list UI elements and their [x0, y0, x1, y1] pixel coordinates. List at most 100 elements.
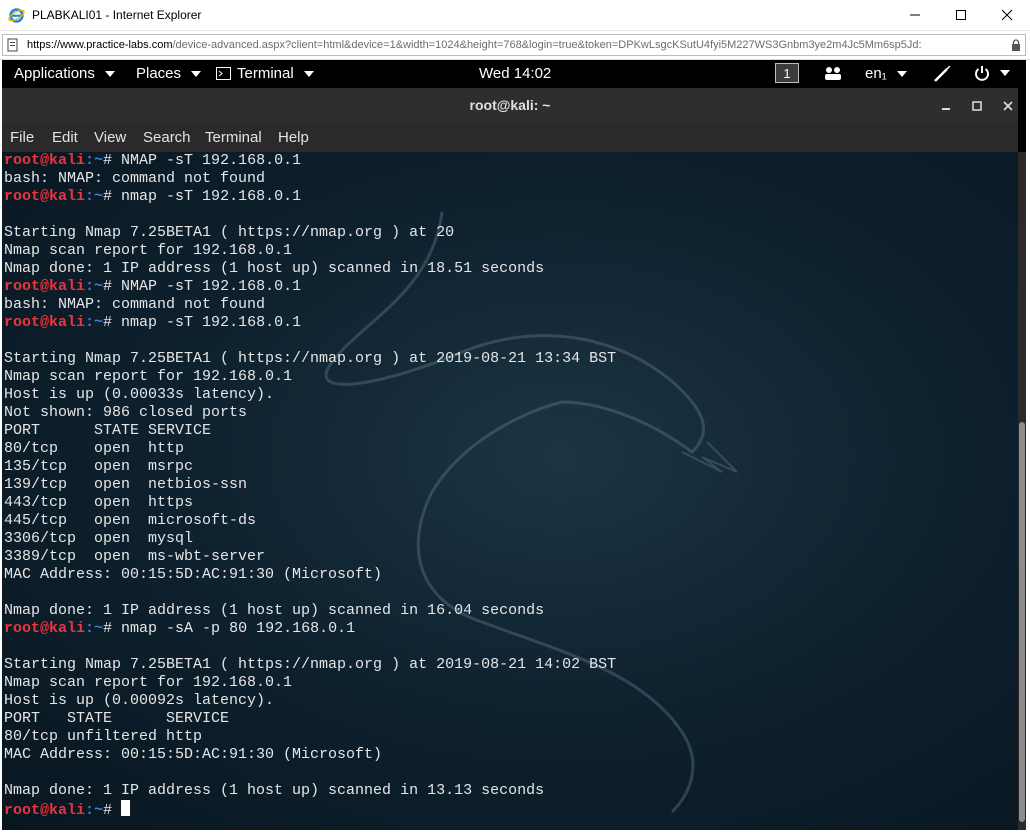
terminal-output[interactable]: root@kali:~# NMAP -sT 192.168.0.1 bash: N…: [2, 152, 1018, 830]
browser-title-bar: PLABKALI01 - Internet Explorer: [0, 0, 1030, 31]
page-icon: [7, 38, 18, 52]
applications-menu[interactable]: Applications: [14, 65, 115, 82]
command-line: root@kali:~# NMAP -sT 192.168.0.1: [4, 278, 301, 296]
output-line: Host is up (0.00092s latency).: [4, 692, 275, 709]
menu-edit[interactable]: Edit: [52, 129, 78, 146]
minimize-icon: [942, 108, 950, 110]
menu-search[interactable]: Search: [143, 129, 191, 146]
terminal-maximize-button[interactable]: [968, 97, 986, 115]
places-label: Places: [136, 65, 182, 82]
url-path: /device-advanced.aspx?client=html&device…: [172, 39, 922, 51]
prompt-symbol: #: [103, 802, 122, 819]
prompt-path: :~: [85, 314, 104, 331]
prompt-user: root@kali: [4, 314, 86, 331]
prompt-symbol: #: [103, 620, 122, 637]
output-line: Starting Nmap 7.25BETA1 ( https://nmap.o…: [4, 656, 617, 673]
command-line: root@kali:~# nmap -sT 192.168.0.1: [4, 314, 301, 332]
power-icon: [975, 66, 989, 81]
terminal-titlebar: root@kali: ~: [2, 88, 1018, 124]
maximize-icon: [972, 101, 982, 111]
browser-title: PLABKALI01 - Internet Explorer: [32, 8, 202, 22]
prompt-path: :~: [85, 152, 104, 169]
output-line: 445/tcp open microsoft-ds: [4, 512, 257, 529]
prompt-user: root@kali: [4, 802, 86, 819]
chevron-down-icon: [303, 70, 314, 77]
output-line: Nmap scan report for 192.168.0.1: [4, 368, 293, 385]
output-line: Not shown: 986 closed ports: [4, 404, 248, 421]
terminal-menubar: File Edit View Search Terminal Help: [2, 124, 1018, 152]
menu-help[interactable]: Help: [278, 129, 309, 146]
clock[interactable]: Wed 14:02: [479, 65, 551, 82]
close-icon: [1003, 101, 1013, 111]
terminal-app-menu[interactable]: Terminal: [216, 65, 314, 82]
command-text: nmap -sT 192.168.0.1: [121, 188, 302, 205]
command-line: root@kali:~#: [4, 800, 131, 819]
output-line: Host is up (0.00033s latency).: [4, 386, 275, 403]
prompt-path: :~: [85, 802, 104, 819]
output-line: 80/tcp open http: [4, 440, 185, 457]
output-line: Starting Nmap 7.25BETA1 ( https://nmap.o…: [4, 350, 617, 367]
close-icon: [1001, 9, 1013, 21]
terminal-scrollbar[interactable]: [1018, 152, 1026, 830]
minimize-button[interactable]: [892, 0, 938, 30]
prompt-symbol: #: [103, 314, 122, 331]
pen-icon[interactable]: [933, 66, 951, 82]
output-line: MAC Address: 00:15:5D:AC:91:30 (Microsof…: [4, 746, 383, 763]
command-text: nmap -sT 192.168.0.1: [121, 314, 302, 331]
remote-desktop: Applications Places Terminal Wed 14:02 1…: [2, 60, 1026, 830]
menu-view[interactable]: View: [94, 129, 126, 146]
prompt-user: root@kali: [4, 620, 86, 637]
internet-explorer-icon: [8, 8, 25, 23]
output-line: MAC Address: 00:15:5D:AC:91:30 (Microsof…: [4, 566, 383, 583]
maximize-icon: [956, 10, 966, 20]
prompt-symbol: #: [103, 188, 122, 205]
top-panel: Applications Places Terminal Wed 14:02 1…: [2, 60, 1026, 88]
prompt-path: :~: [85, 620, 104, 637]
output-line: 3389/tcp open ms-wbt-server: [4, 548, 266, 565]
command-text: NMAP -sT 192.168.0.1: [121, 152, 302, 169]
output-line: Nmap done: 1 IP address (1 host up) scan…: [4, 782, 545, 799]
close-button[interactable]: [984, 0, 1030, 30]
output-line: Nmap scan report for 192.168.0.1: [4, 674, 293, 691]
command-line: root@kali:~# NMAP -sT 192.168.0.1: [4, 152, 301, 170]
terminal-minimize-button[interactable]: [937, 97, 955, 115]
minimize-icon: [910, 14, 920, 16]
terminal-icon: [216, 67, 231, 80]
chevron-down-icon: [104, 70, 115, 77]
terminal-label: Terminal: [237, 65, 294, 82]
chevron-down-icon: [1000, 70, 1010, 76]
output-line: 139/tcp open netbios-ssn: [4, 476, 248, 493]
prompt-symbol: #: [103, 152, 122, 169]
workspace-indicator[interactable]: 1: [775, 63, 799, 83]
prompt-symbol: #: [103, 278, 122, 295]
output-line: Nmap scan report for 192.168.0.1: [4, 242, 293, 259]
applications-label: Applications: [14, 65, 95, 82]
url-field[interactable]: https://www.practice-labs.com/device-adv…: [2, 34, 1026, 56]
output-line: bash: NMAP: command not found: [4, 170, 266, 187]
command-text: nmap -sA -p 80 192.168.0.1: [121, 620, 356, 637]
maximize-button[interactable]: [938, 0, 984, 30]
scrollbar-thumb[interactable]: [1019, 422, 1025, 822]
terminal-close-button[interactable]: [999, 97, 1017, 115]
menu-terminal[interactable]: Terminal: [205, 129, 262, 146]
terminal-title: root@kali: ~: [469, 97, 551, 113]
address-bar: https://www.practice-labs.com/device-adv…: [0, 31, 1030, 60]
output-line: PORT STATE SERVICE: [4, 422, 212, 439]
text-cursor: [121, 800, 131, 816]
keyboard-layout-menu[interactable]: en₁: [865, 65, 907, 82]
output-line: 3306/tcp open mysql: [4, 530, 194, 547]
prompt-path: :~: [85, 188, 104, 205]
output-line: 135/tcp open msrpc: [4, 458, 194, 475]
prompt-user: root@kali: [4, 278, 86, 295]
command-line: root@kali:~# nmap -sT 192.168.0.1: [4, 188, 301, 206]
people-icon[interactable]: [824, 66, 842, 80]
url-text: https://www.practice-labs.com/device-adv…: [27, 39, 1007, 51]
command-text: NMAP -sT 192.168.0.1: [121, 278, 302, 295]
keyboard-layout-label: en₁: [865, 65, 887, 82]
menu-file[interactable]: File: [10, 129, 34, 146]
chevron-down-icon: [896, 70, 907, 77]
prompt-path: :~: [85, 278, 104, 295]
power-menu[interactable]: [974, 65, 1010, 81]
output-line: Nmap done: 1 IP address (1 host up) scan…: [4, 602, 545, 619]
places-menu[interactable]: Places: [136, 65, 202, 82]
